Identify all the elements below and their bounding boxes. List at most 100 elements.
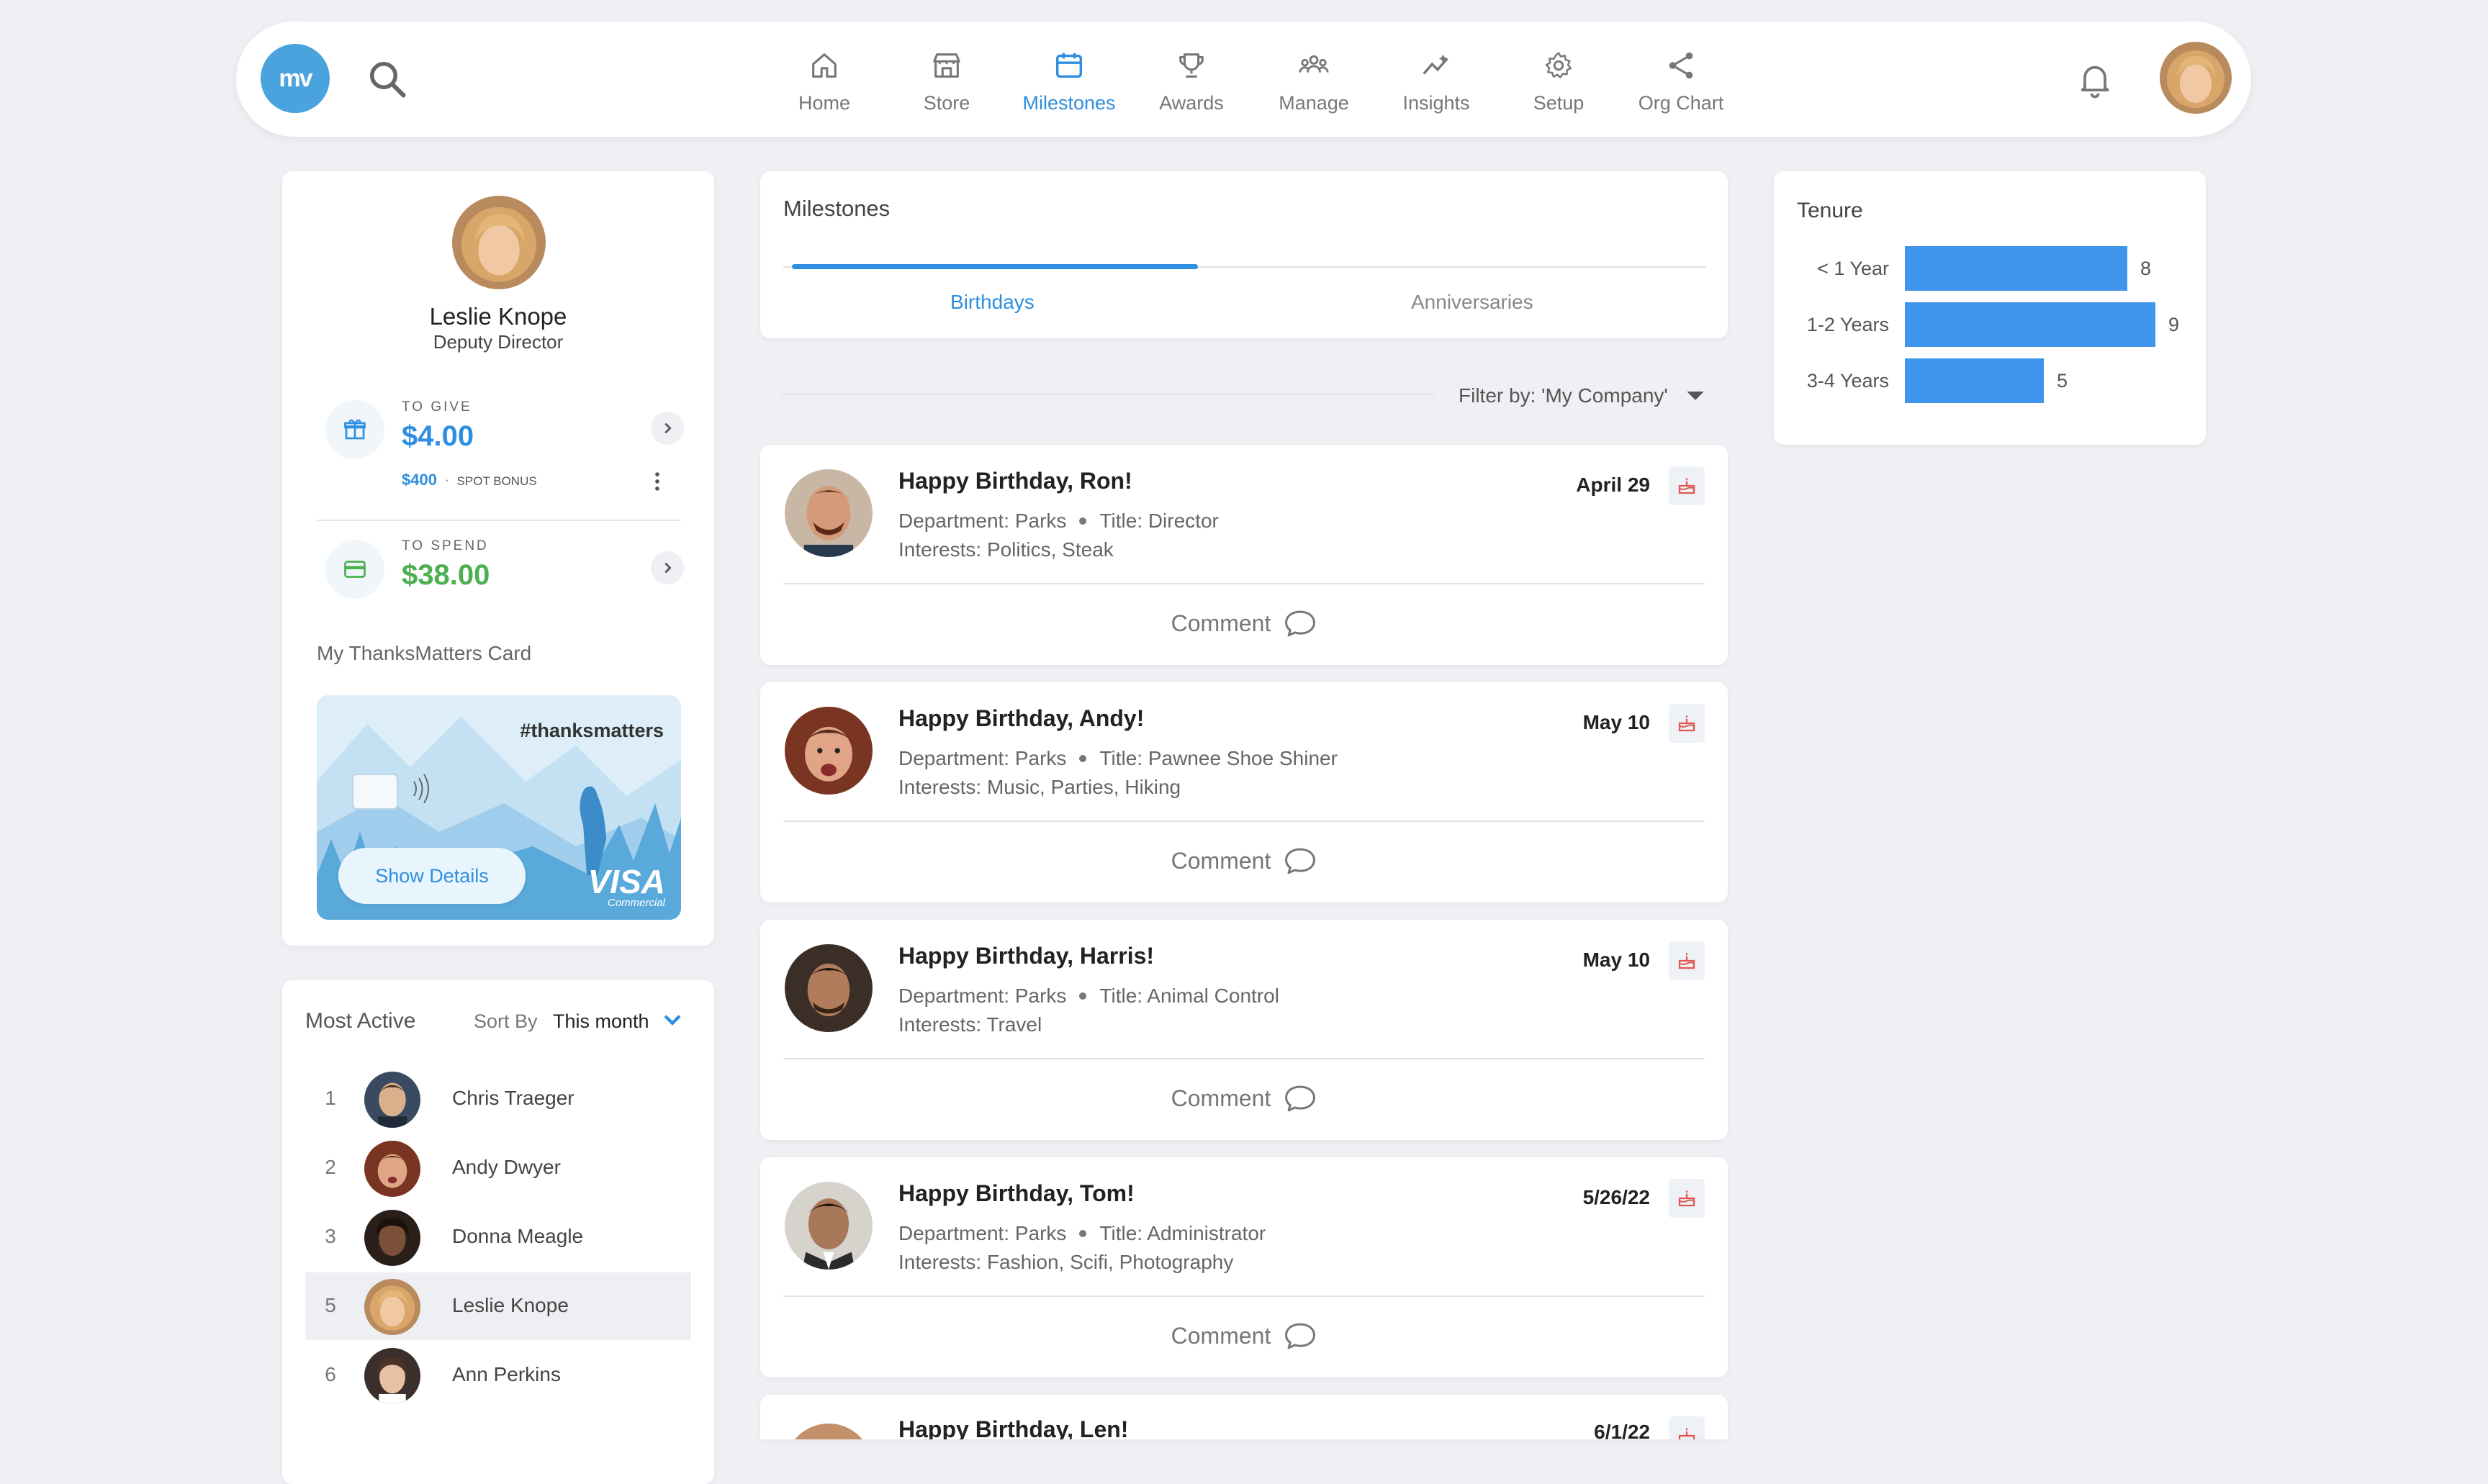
tenure-bar-value: 5: [2057, 370, 2068, 392]
spot-bonus-label: SPOT BONUS: [456, 474, 537, 488]
app-logo[interactable]: mv: [261, 44, 330, 113]
main-nav: Home Store Milestones Awards Manage Insi…: [763, 35, 1742, 128]
to-give-label: TO GIVE: [402, 399, 472, 415]
birthday-date: April 29: [1576, 474, 1650, 496]
most-active-panel: Most Active Sort By This month 1 Chris T…: [282, 980, 714, 1484]
gift-icon-wrapper: [325, 400, 384, 459]
more-options-icon[interactable]: [646, 469, 668, 494]
comment-bubble-icon: [1285, 1323, 1316, 1349]
cake-icon[interactable]: [1669, 1416, 1705, 1439]
birthday-date: May 10: [1582, 711, 1650, 733]
nav-milestones-label: Milestones: [1022, 91, 1116, 114]
leaderboard-rank: 6: [325, 1363, 336, 1385]
tenure-bar[interactable]: [1905, 358, 2044, 403]
birthday-avatar[interactable]: [785, 469, 873, 557]
credit-card-icon-wrapper: [325, 540, 384, 599]
birthday-date: 5/26/22: [1582, 1186, 1650, 1208]
bell-icon[interactable]: [2075, 59, 2115, 99]
cake-icon[interactable]: [1669, 941, 1705, 980]
profile-name: Leslie Knope: [429, 303, 567, 330]
spot-bonus: $400 · SPOT BONUS: [402, 471, 537, 489]
bullet-separator: [1079, 754, 1087, 762]
tenure-bar[interactable]: [1905, 246, 2127, 291]
cake-icon[interactable]: [1669, 704, 1705, 743]
tenure-bar[interactable]: [1905, 302, 2155, 347]
birthday-avatar[interactable]: [785, 1182, 873, 1270]
birthday-interests: Interests: Politics, Steak: [898, 538, 1114, 561]
birthday-headline: Happy Birthday, Len!: [898, 1416, 1129, 1439]
birthday-headline: Happy Birthday, Harris!: [898, 943, 1155, 969]
nav-setup-label: Setup: [1533, 91, 1585, 114]
comment-button[interactable]: Comment: [760, 609, 1728, 638]
store-icon: [933, 53, 960, 78]
nav-manage[interactable]: Manage: [1253, 35, 1375, 128]
thanksmatters-card[interactable]: #thanksmatters Show Details VISA Commerc…: [317, 695, 681, 920]
profile-avatar[interactable]: [452, 196, 546, 289]
nav-insights[interactable]: Insights: [1375, 35, 1497, 128]
tab-indicator: [792, 264, 1198, 269]
comment-label: Comment: [1171, 1322, 1271, 1349]
leaderboard-avatar: [364, 1210, 420, 1266]
cake-icon[interactable]: [1669, 466, 1705, 505]
leaderboard-avatar: [364, 1348, 420, 1404]
wallet-divider: [317, 520, 681, 521]
comment-button[interactable]: Comment: [760, 1321, 1728, 1350]
birthday-title: Title: Pawnee Shoe Shiner: [1099, 747, 1338, 769]
nav-setup[interactable]: Setup: [1497, 35, 1620, 128]
nav-org-chart[interactable]: Org Chart: [1620, 35, 1742, 128]
nav-org-chart-label: Org Chart: [1638, 91, 1724, 114]
bullet-separator: [1079, 517, 1087, 525]
birthday-details: Department: Parks Title: Director: [898, 510, 1219, 533]
nav-milestones[interactable]: Milestones: [1008, 35, 1130, 128]
search-icon[interactable]: [366, 58, 409, 101]
birthday-interests: Interests: Travel: [898, 1013, 1042, 1036]
people-icon: [1299, 55, 1329, 73]
profile-panel: Leslie Knope Deputy Director TO GIVE $4.…: [282, 171, 714, 946]
tab-birthdays[interactable]: Birthdays: [950, 291, 1035, 314]
sort-dropdown[interactable]: This month: [553, 1010, 683, 1033]
leaderboard-row[interactable]: 6 Ann Perkins: [305, 1342, 691, 1409]
tenure-panel: Tenure < 1 Year 8 1-2 Years 9 3-4 Years 5: [1774, 171, 2206, 445]
to-spend-chevron-icon[interactable]: [651, 551, 684, 584]
birthday-details: Department: Parks Title: Animal Control: [898, 985, 1279, 1008]
filter-dropdown[interactable]: Filter by: 'My Company': [1459, 384, 1705, 407]
leaderboard-row[interactable]: 1 Chris Traeger: [305, 1065, 691, 1133]
comment-button[interactable]: Comment: [760, 846, 1728, 875]
tab-anniversaries[interactable]: Anniversaries: [1411, 291, 1533, 314]
tenure-bar-label: < 1 Year: [1817, 258, 1889, 279]
birthday-avatar[interactable]: [785, 707, 873, 795]
birthday-card: Happy Birthday, Ron! Department: Parks Ti…: [760, 445, 1728, 665]
to-give-chevron-icon[interactable]: [651, 412, 684, 445]
profile-avatar-image: [452, 196, 546, 289]
leaderboard-name: Chris Traeger: [452, 1087, 574, 1109]
leaderboard-name: Donna Meagle: [452, 1225, 584, 1247]
leaderboard-rank: 5: [325, 1294, 336, 1316]
birthday-avatar[interactable]: [785, 944, 873, 1032]
birthday-avatar[interactable]: [785, 1424, 873, 1439]
leaderboard-name: Ann Perkins: [452, 1363, 561, 1385]
nav-store[interactable]: Store: [885, 35, 1008, 128]
nav-home-label: Home: [798, 91, 851, 114]
leaderboard-name: Andy Dwyer: [452, 1156, 561, 1178]
birthday-title: Title: Animal Control: [1099, 985, 1279, 1007]
leaderboard-row[interactable]: 3 Donna Meagle: [305, 1203, 691, 1271]
leaderboard-row[interactable]: 2 Andy Dwyer: [305, 1134, 691, 1202]
card-section-title: My ThanksMatters Card: [317, 642, 532, 664]
leaderboard-row-selected[interactable]: 5 Leslie Knope: [305, 1272, 691, 1340]
sort-by-label: Sort By: [474, 1010, 538, 1032]
birthday-card: Happy Birthday, Len! 6/1/22: [760, 1395, 1728, 1439]
birthday-headline: Happy Birthday, Tom!: [898, 1180, 1135, 1206]
visa-commercial-label: Commercial: [607, 897, 665, 909]
leaderboard-avatar: [364, 1072, 420, 1128]
cake-icon[interactable]: [1669, 1179, 1705, 1218]
leaderboard-name: Leslie Knope: [452, 1294, 569, 1316]
user-avatar[interactable]: [2160, 42, 2232, 114]
comment-button[interactable]: Comment: [760, 1084, 1728, 1113]
spot-bonus-separator: ·: [444, 471, 450, 489]
show-details-button[interactable]: Show Details: [338, 848, 526, 904]
nav-home[interactable]: Home: [763, 35, 885, 128]
leaderboard-rank: 2: [325, 1156, 336, 1178]
bullet-separator: [1079, 1229, 1087, 1237]
comment-label: Comment: [1171, 610, 1271, 636]
nav-awards[interactable]: Awards: [1130, 35, 1253, 128]
